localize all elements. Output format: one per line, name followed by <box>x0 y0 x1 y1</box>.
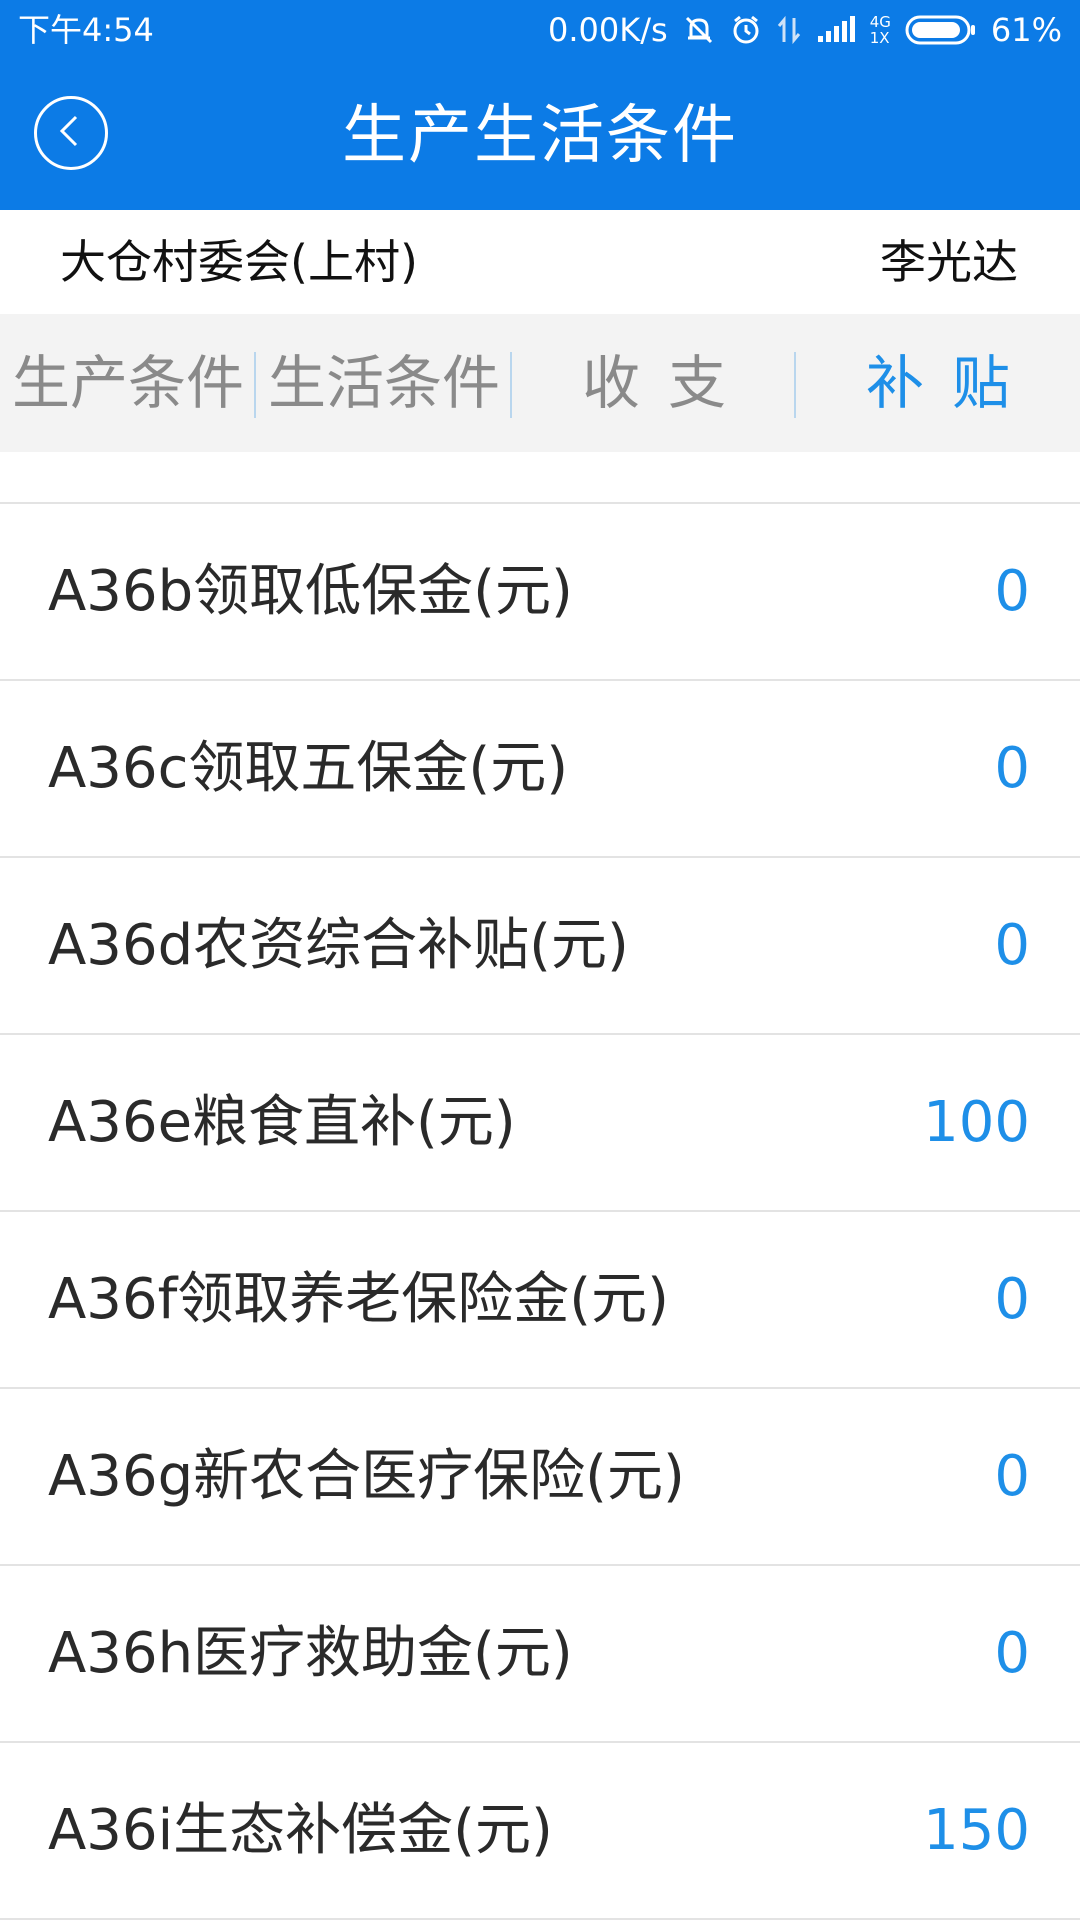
chevron-left-icon <box>56 114 86 152</box>
item-value: 0 <box>994 1444 1030 1509</box>
status-icons: 0.00K/s 4G 1X 61% <box>548 8 1062 52</box>
tab-label: 补贴 <box>865 349 1038 417</box>
person-name: 李光达 <box>880 235 1018 289</box>
list-item[interactable]: A36g新农合医疗保险(元) 0 <box>0 1389 1080 1566</box>
list-item[interactable]: A36b领取低保金(元) 0 <box>0 504 1080 681</box>
alarm-icon <box>730 14 762 46</box>
item-label: A36h医疗救助金(元) <box>48 1621 573 1686</box>
app-header: 生产生活条件 <box>0 62 1080 210</box>
item-value: 100 <box>923 1090 1030 1155</box>
list-top-divider <box>0 452 1080 504</box>
organization-name: 大仓村委会(上村) <box>60 235 418 289</box>
network-speed: 0.00K/s <box>548 11 668 49</box>
network-type-label: 4G 1X <box>870 14 891 46</box>
item-value: 150 <box>923 1798 1030 1863</box>
network-type-top: 4G <box>869 13 891 31</box>
subsidy-list: A36b领取低保金(元) 0 A36c领取五保金(元) 0 A36d农资综合补贴… <box>0 452 1080 1920</box>
data-transfer-icon <box>776 14 802 46</box>
item-label: A36f领取养老保险金(元) <box>48 1267 669 1332</box>
item-label: A36c领取五保金(元) <box>48 736 569 801</box>
list-item[interactable]: A36e粮食直补(元) 100 <box>0 1035 1080 1212</box>
item-label: A36i生态补偿金(元) <box>48 1798 553 1863</box>
battery-percent: 61% <box>990 11 1062 49</box>
signal-icon <box>816 14 856 46</box>
household-info: 大仓村委会(上村) 李光达 <box>0 210 1080 314</box>
list-item[interactable]: A36d农资综合补贴(元) 0 <box>0 858 1080 1035</box>
tab-label: 收支 <box>581 349 754 417</box>
battery-icon <box>905 14 977 46</box>
item-value: 0 <box>994 1267 1030 1332</box>
list-item[interactable]: A36h医疗救助金(元) 0 <box>0 1566 1080 1743</box>
item-value: 0 <box>994 559 1030 624</box>
vibrate-off-icon <box>682 13 716 47</box>
list-item[interactable]: A36f领取养老保险金(元) 0 <box>0 1212 1080 1389</box>
tab-living-conditions[interactable]: 生活条件 <box>256 314 512 452</box>
back-button[interactable] <box>34 96 108 170</box>
tab-bar: 生产条件 生活条件 收支 补贴 <box>0 314 1080 452</box>
list-item[interactable]: A36i生态补偿金(元) 150 <box>0 1743 1080 1920</box>
tab-label: 生活条件 <box>267 349 500 417</box>
item-value: 0 <box>994 736 1030 801</box>
item-label: A36b领取低保金(元) <box>48 559 573 624</box>
item-label: A36e粮食直补(元) <box>48 1090 516 1155</box>
screen: 下午4:54 0.00K/s 4G 1X 61% 生产生活条件 大仓村委会(上村… <box>0 0 1080 1920</box>
page-title: 生产生活条件 <box>342 99 738 173</box>
status-time: 下午4:54 <box>18 11 154 49</box>
network-type-bottom: 1X <box>869 29 890 47</box>
list-item[interactable]: A36c领取五保金(元) 0 <box>0 681 1080 858</box>
item-value: 0 <box>994 913 1030 978</box>
tab-label: 生产条件 <box>11 349 244 417</box>
tab-subsidy[interactable]: 补贴 <box>796 314 1080 452</box>
status-bar: 下午4:54 0.00K/s 4G 1X 61% <box>0 0 1080 62</box>
tab-income-expense[interactable]: 收支 <box>512 314 796 452</box>
item-label: A36d农资综合补贴(元) <box>48 913 629 978</box>
tab-production-conditions[interactable]: 生产条件 <box>0 314 256 452</box>
item-value: 0 <box>994 1621 1030 1686</box>
item-label: A36g新农合医疗保险(元) <box>48 1444 685 1509</box>
